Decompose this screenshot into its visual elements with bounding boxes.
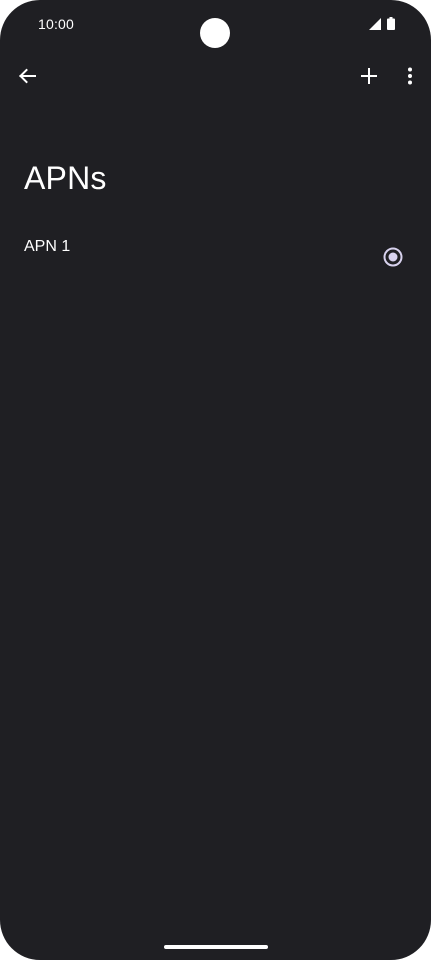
home-indicator[interactable] <box>164 945 268 949</box>
signal-icon <box>369 17 381 35</box>
apn-list: APN 1 <box>0 222 431 292</box>
back-arrow-icon <box>18 67 36 90</box>
phone-screen: 10:00 APNs APN 1 <box>0 0 431 960</box>
status-time: 10:00 <box>38 16 75 32</box>
list-item-apn-1[interactable]: APN 1 <box>0 222 431 292</box>
camera-cutout <box>200 18 230 48</box>
battery-icon <box>387 17 395 35</box>
plus-icon <box>360 67 378 90</box>
apn-radio-selected-icon[interactable] <box>383 247 403 267</box>
status-icons <box>369 17 395 35</box>
add-apn-button[interactable] <box>349 58 389 98</box>
back-button[interactable] <box>7 58 47 98</box>
apn-name-label: APN 1 <box>24 238 71 255</box>
app-bar <box>0 56 431 100</box>
more-vert-icon <box>407 67 413 90</box>
more-options-button[interactable] <box>390 58 430 98</box>
page-title: APNs <box>24 160 107 196</box>
status-bar: 10:00 <box>0 0 431 50</box>
